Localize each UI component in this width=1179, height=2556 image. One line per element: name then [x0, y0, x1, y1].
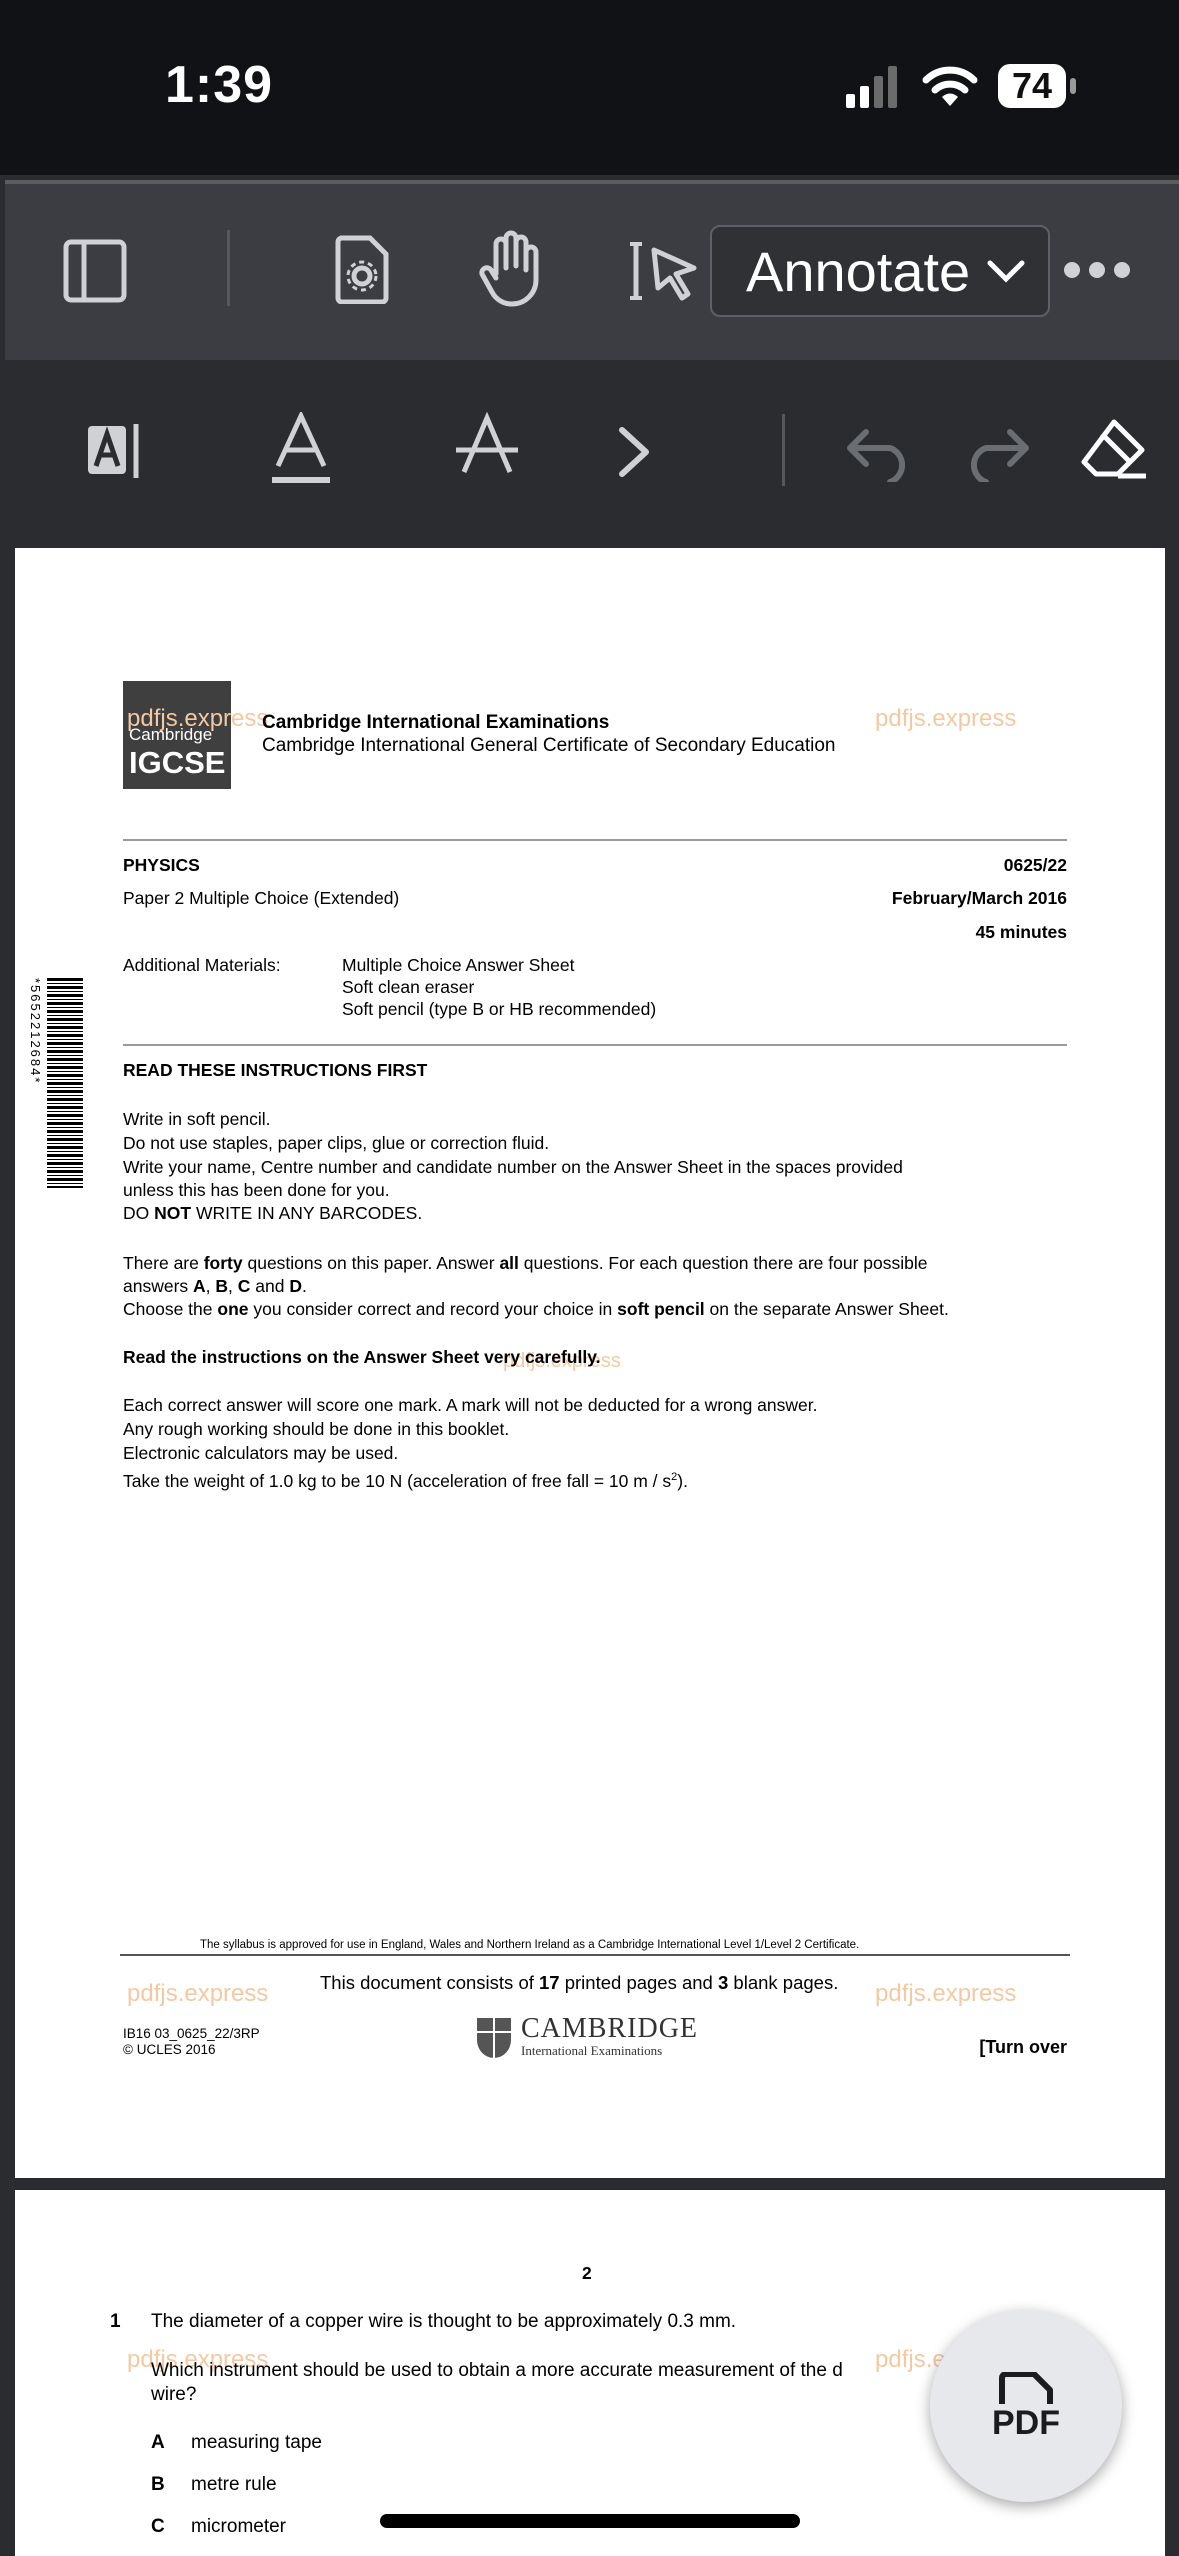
- option-text: measuring tape: [191, 2432, 322, 2453]
- barcode: *5652212684*: [28, 978, 85, 1188]
- instruction-line: Write in soft pencil.: [123, 1109, 271, 1129]
- material-item: Multiple Choice Answer Sheet: [342, 955, 575, 975]
- marking-line: Electronic calculators may be used.: [123, 1443, 399, 1463]
- material-item: Soft clean eraser: [342, 977, 475, 997]
- marking-line: Any rough working should be done in this…: [123, 1419, 510, 1439]
- pan-hand-icon[interactable]: [478, 230, 548, 308]
- battery-indicator: 74: [998, 64, 1066, 108]
- page-count-note: This document consists of 17 printed pag…: [320, 1972, 839, 1993]
- question-info-line: Choose the one you consider correct and …: [123, 1299, 949, 1319]
- page-number: 2: [582, 2263, 592, 2283]
- paper-code: 0625/22: [1003, 855, 1067, 875]
- status-bar: 1:39 74: [0, 0, 1179, 175]
- marking-line: Take the weight of 1.0 kg to be 10 N (ac…: [123, 1470, 688, 1491]
- chevron-down-icon: [987, 260, 1025, 283]
- annotate-mode-label: Annotate: [746, 239, 971, 303]
- divider: [123, 839, 1067, 841]
- exam-duration: 45 minutes: [975, 922, 1067, 942]
- cambridge-subtitle: International Examinations: [521, 2043, 663, 2058]
- next-icon[interactable]: [614, 424, 654, 480]
- watermark: pdfjs.express: [127, 1980, 269, 2007]
- free-text-icon[interactable]: [84, 420, 146, 482]
- read-carefully-note: Read the instructions on the Answer Shee…: [123, 1347, 601, 1367]
- question-prompt: wire?: [151, 2384, 197, 2405]
- page-settings-icon[interactable]: [334, 234, 390, 304]
- logo-bottom-text: IGCSE: [129, 745, 226, 780]
- turn-over: [Turn over: [979, 2037, 1067, 2057]
- clock: 1:39: [165, 56, 274, 114]
- watermark: pdfjs.express: [875, 1980, 1017, 2007]
- option-letter: C: [151, 2516, 165, 2537]
- question-prompt: Which instrument should be used to obtai…: [151, 2360, 843, 2381]
- option-text: metre rule: [191, 2474, 277, 2495]
- text-select-icon[interactable]: [630, 240, 702, 302]
- cambridge-wordmark: CAMBRIDGE: [521, 2013, 699, 2044]
- watermark: pdfjs.express: [127, 705, 269, 732]
- option-letter: B: [151, 2474, 165, 2495]
- watermark: pdfjs.express: [875, 705, 1017, 732]
- marking-line: Each correct answer will score one mark.…: [123, 1395, 818, 1415]
- question-info-line: answers A, B, C and D.: [123, 1276, 307, 1296]
- instruction-line: unless this has been done for you.: [123, 1180, 390, 1200]
- toolbar-divider: [782, 414, 785, 486]
- question-number: 1: [110, 2311, 121, 2332]
- instruction-line: DO NOT WRITE IN ANY BARCODES.: [123, 1203, 423, 1223]
- cellular-signal-icon: [846, 66, 897, 108]
- material-item: Soft pencil (type B or HB recommended): [342, 999, 657, 1019]
- exam-board: Cambridge International Examinations: [262, 712, 610, 733]
- underline-icon[interactable]: [270, 412, 332, 486]
- cambridge-crest-icon: [477, 2018, 511, 2058]
- instructions-heading: READ THESE INSTRUCTIONS FIRST: [123, 1060, 428, 1080]
- option-letter: A: [151, 2432, 165, 2453]
- redo-icon[interactable]: [962, 424, 1032, 482]
- copyright: © UCLES 2016: [123, 2042, 216, 2057]
- battery-tip: [1070, 78, 1076, 94]
- subject: PHYSICS: [123, 855, 200, 875]
- barcode-bars: [47, 978, 83, 1188]
- undo-icon[interactable]: [844, 424, 914, 482]
- more-icon[interactable]: [1062, 258, 1132, 282]
- strikeout-icon[interactable]: [456, 412, 518, 476]
- pdf-label: PDF: [992, 2404, 1060, 2442]
- option-text: micrometer: [191, 2516, 287, 2537]
- divider: [123, 1044, 1067, 1046]
- materials-label: Additional Materials:: [123, 955, 281, 975]
- toolbar-divider: [227, 230, 230, 306]
- annotate-mode-dropdown[interactable]: Annotate: [710, 225, 1050, 317]
- cambridge-igcse-logo: Cambridge IGCSE: [123, 681, 231, 789]
- instruction-line: Write your name, Centre number and candi…: [123, 1157, 903, 1177]
- certificate-name: Cambridge International General Certific…: [262, 735, 836, 756]
- question-text: The diameter of a copper wire is thought…: [151, 2311, 737, 2332]
- paper-title: Paper 2 Multiple Choice (Extended): [123, 888, 400, 908]
- divider: [120, 1954, 1070, 1956]
- home-indicator[interactable]: [380, 2514, 800, 2528]
- exam-session: February/March 2016: [891, 888, 1067, 908]
- document-page-1[interactable]: Cambridge IGCSE pdfjs.express pdfjs.expr…: [15, 548, 1165, 2178]
- instruction-line: Do not use staples, paper clips, glue or…: [123, 1133, 550, 1153]
- question-info-line: There are forty questions on this paper.…: [123, 1253, 928, 1273]
- wifi-icon: [922, 66, 978, 106]
- sidebar-toggle-icon[interactable]: [62, 238, 128, 304]
- barcode-number: *5652212684*: [28, 978, 43, 1085]
- reference-code: IB16 03_0625_22/3RP: [123, 2026, 260, 2041]
- syllabus-note: The syllabus is approved for use in Engl…: [200, 1939, 860, 1951]
- pdf-icon: [999, 2372, 1053, 2404]
- pdf-action-button[interactable]: PDF: [930, 2310, 1122, 2502]
- eraser-icon[interactable]: [1078, 416, 1148, 482]
